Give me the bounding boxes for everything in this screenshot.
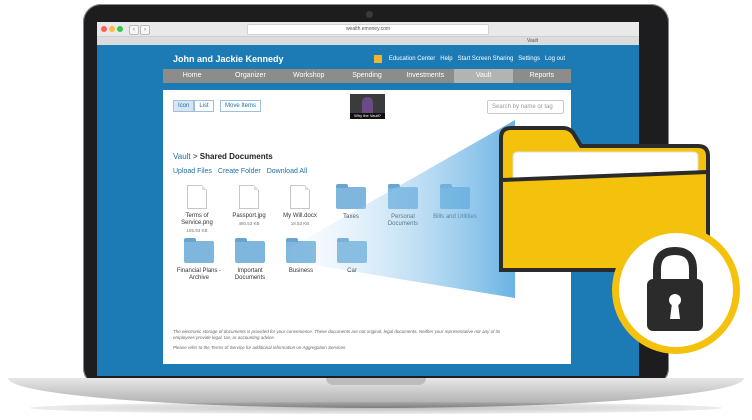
folder-icon [184, 238, 214, 263]
file-name: Passport.jpg [232, 213, 266, 219]
view-toggle: Icon List [173, 100, 214, 112]
minimize-icon[interactable] [109, 26, 115, 32]
nav-spending[interactable]: Spending [338, 69, 396, 83]
breadcrumb: Vault > Shared Documents [173, 152, 273, 161]
file-size: 185.93 KB [186, 228, 208, 233]
disclaimer-line: The electronic storage of documents is p… [173, 329, 501, 340]
breadcrumb-vault[interactable]: Vault [173, 152, 191, 161]
back-icon[interactable]: ‹ [129, 25, 139, 35]
laptop-shadow [30, 402, 722, 414]
folder-name: Car [347, 268, 357, 274]
folder-name: Taxes [343, 214, 359, 220]
folder-name: Financial Plans - Archive [176, 268, 222, 281]
main-nav: Home Organizer Workshop Spending Investm… [163, 69, 571, 83]
file-item[interactable]: Terms of Service.png 185.93 KB [172, 185, 222, 234]
folder-name: Personal Documents [387, 214, 419, 227]
folder-icon [286, 238, 316, 263]
folder-item[interactable]: Bills and Utilities [430, 184, 480, 221]
document-icon [290, 185, 310, 209]
page-title: John and Jackie Kennedy [173, 54, 284, 64]
create-folder-link[interactable]: Create Folder [218, 168, 261, 175]
folder-item[interactable]: Business [276, 238, 326, 275]
nav-workshop[interactable]: Workshop [280, 69, 338, 83]
url-bar[interactable]: wealth.emoney.com [247, 24, 489, 35]
folder-item[interactable]: Financial Plans - Archive [174, 238, 224, 282]
file-item[interactable]: Passport.jpg 480.53 KB [224, 185, 274, 227]
list-view-button[interactable]: List [194, 100, 214, 112]
breadcrumb-separator: > [192, 152, 198, 161]
maximize-icon[interactable] [117, 26, 123, 32]
folder-name: Important Documents [234, 268, 266, 281]
forward-icon[interactable]: › [140, 25, 150, 35]
folder-icon [336, 184, 366, 209]
upload-files-link[interactable]: Upload Files [173, 168, 212, 175]
lock-icon [647, 246, 703, 331]
link-logout[interactable]: Log out [545, 56, 565, 62]
browser-toolbar: ‹ › wealth.emoney.com [97, 22, 639, 37]
nav-reports[interactable]: Reports [513, 69, 571, 83]
close-icon[interactable] [101, 26, 107, 32]
top-links: Education Center Help Start Screen Shari… [373, 55, 565, 63]
folder-item[interactable]: Personal Documents [378, 184, 428, 228]
document-icon [239, 185, 259, 209]
education-icon [373, 55, 382, 63]
file-size: 18.53 KB [290, 221, 310, 226]
file-name: My Will.docx [283, 213, 317, 219]
link-screen-sharing[interactable]: Start Screen Sharing [458, 56, 514, 62]
folder-icon [337, 238, 367, 263]
nav-home[interactable]: Home [163, 69, 221, 83]
move-items-button[interactable]: Move Items [220, 100, 262, 112]
link-help[interactable]: Help [440, 56, 452, 62]
file-size: 480.53 KB [238, 221, 260, 226]
tab-strip: Vault [97, 37, 639, 45]
folder-icon [388, 184, 418, 209]
nav-vault[interactable]: Vault [454, 69, 513, 83]
presenter-image [362, 97, 373, 113]
folder-name: Bills and Utilities [433, 214, 477, 220]
disclaimer-text: The electronic storage of documents is p… [173, 329, 513, 351]
folder-icon [235, 238, 265, 263]
laptop-notch [326, 378, 426, 385]
icon-view-button[interactable]: Icon [173, 100, 195, 112]
video-caption: Why the Vault? [350, 113, 385, 119]
folder-item[interactable]: Taxes [326, 184, 376, 221]
document-icon [187, 185, 207, 209]
folder-actions: Upload Files Create Folder Download All [173, 168, 307, 175]
video-thumbnail[interactable]: Why the Vault? [350, 94, 385, 119]
folder-item[interactable]: Car [327, 238, 377, 275]
link-settings[interactable]: Settings [518, 56, 540, 62]
folder-icon [440, 184, 470, 209]
search-input[interactable]: Search by name or tag [487, 100, 564, 114]
disclaimer-line: Please refer to the Terms of Service for… [173, 345, 347, 350]
file-name: Terms of Service.png [181, 213, 213, 226]
nav-investments[interactable]: Investments [396, 69, 454, 83]
breadcrumb-current: Shared Documents [199, 152, 273, 161]
link-education-center[interactable]: Education Center [389, 56, 435, 62]
tab-vault[interactable]: Vault [527, 37, 538, 45]
folder-item[interactable]: Important Documents [225, 238, 275, 282]
file-item[interactable]: My Will.docx 18.53 KB [275, 185, 325, 227]
download-all-link[interactable]: Download All [267, 168, 307, 175]
nav-organizer[interactable]: Organizer [221, 69, 279, 83]
folder-name: Business [288, 268, 314, 274]
camera-icon [366, 11, 373, 18]
